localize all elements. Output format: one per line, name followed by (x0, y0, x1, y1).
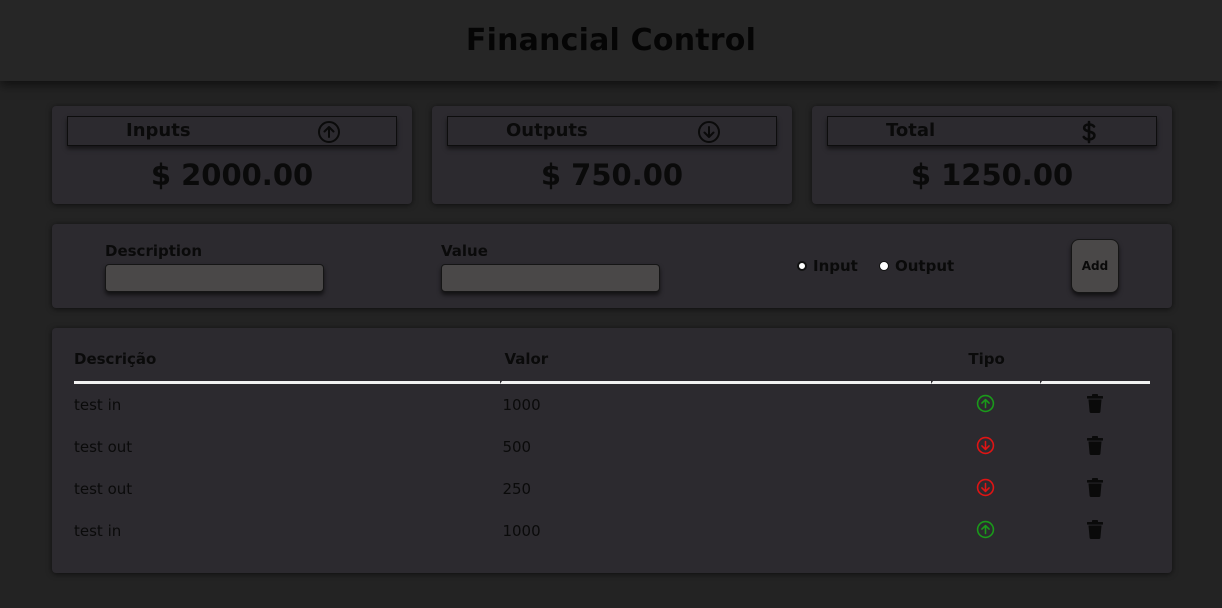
table-row: test in 1000 (74, 510, 1150, 552)
transactions-table: Descrição Valor Tipo test in 1000 test out… (74, 350, 1150, 552)
description-input[interactable] (105, 264, 324, 292)
trash-icon[interactable] (1087, 477, 1104, 501)
column-header-actions (1040, 350, 1150, 384)
value-input[interactable] (441, 264, 660, 292)
dollar-icon (1077, 120, 1101, 144)
row-actions (1040, 384, 1150, 426)
radio-output[interactable]: Output (879, 257, 954, 275)
row-actions (1040, 510, 1150, 552)
inputs-label: Inputs (126, 120, 191, 141)
row-type (931, 468, 1041, 510)
row-description: test out (74, 438, 133, 456)
row-description: test in (74, 522, 122, 540)
table-row: test out 500 (74, 426, 1150, 468)
inputs-amount: $ 2000.00 (150, 158, 314, 192)
transactions-card: Descrição Valor Tipo test in 1000 test out… (52, 328, 1172, 573)
row-actions (1040, 468, 1150, 510)
page-title: Financial Control (465, 23, 757, 58)
inputs-card: Inputs $ 2000.00 (52, 106, 412, 204)
column-header-type: Tipo (930, 350, 1041, 384)
arrow-up-circle-icon (976, 520, 995, 543)
row-description: test in (74, 396, 122, 414)
row-type (931, 510, 1041, 552)
arrow-up-circle-icon (976, 394, 995, 417)
row-type (931, 426, 1041, 468)
total-card: Total $ 1250.00 (812, 106, 1172, 204)
trash-icon[interactable] (1087, 435, 1104, 459)
total-label: Total (886, 120, 936, 141)
outputs-card: Outputs $ 750.00 (432, 106, 792, 204)
row-actions (1040, 426, 1150, 468)
row-value: 500 (502, 438, 532, 456)
description-label: Description (105, 242, 203, 260)
radio-input[interactable]: Input (797, 257, 858, 275)
row-description: test out (74, 480, 133, 498)
row-value: 250 (502, 480, 532, 498)
table-row: test in 1000 (74, 384, 1150, 426)
row-value: 1000 (502, 396, 541, 414)
outputs-label: Outputs (506, 120, 588, 141)
radio-output-label: Output (895, 257, 955, 275)
total-card-header: Total (827, 116, 1157, 146)
column-header-value: Valor (500, 350, 931, 384)
add-button[interactable]: Add (1071, 239, 1119, 293)
app-header: Financial Control (0, 0, 1222, 81)
row-value: 1000 (502, 522, 541, 540)
arrow-down-circle-icon (697, 120, 721, 144)
radio-output-button[interactable] (879, 261, 889, 271)
transaction-form: Description Value Input Output Add (52, 224, 1172, 308)
radio-input-button[interactable] (797, 261, 807, 271)
row-type (931, 384, 1041, 426)
table-header-row: Descrição Valor Tipo (74, 350, 1150, 384)
table-row: test out 250 (74, 468, 1150, 510)
inputs-card-header: Inputs (67, 116, 397, 146)
outputs-card-header: Outputs (447, 116, 777, 146)
trash-icon[interactable] (1087, 393, 1104, 417)
total-amount: $ 1250.00 (910, 158, 1074, 192)
arrow-down-circle-icon (976, 436, 995, 459)
outputs-amount: $ 750.00 (540, 158, 684, 192)
value-label: Value (441, 242, 488, 260)
arrow-down-circle-icon (976, 478, 995, 501)
column-header-description: Descrição (74, 350, 501, 384)
arrow-up-circle-icon (317, 120, 341, 144)
trash-icon[interactable] (1087, 519, 1104, 543)
radio-input-label: Input (813, 257, 858, 275)
